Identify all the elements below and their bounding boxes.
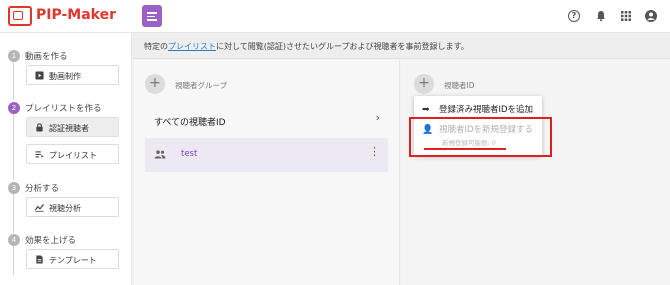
highlight-underline — [424, 148, 506, 150]
step-label: 効果を上げる — [25, 236, 77, 246]
menu-item-label: 登録済み視聴者IDを追加 — [439, 105, 534, 115]
step-connector — [13, 193, 14, 233]
apps-grid-icon[interactable] — [620, 10, 632, 22]
highlight-box — [409, 117, 552, 157]
group-name: test — [181, 149, 198, 159]
playlist-icon — [35, 151, 44, 158]
step-label: 動画を作る — [25, 52, 68, 62]
add-viewer-button[interactable]: + — [414, 74, 434, 94]
step-number: 4 — [8, 234, 20, 246]
analytics-icon — [35, 203, 44, 212]
sidebar-item-label: 認証視聴者 — [49, 124, 89, 133]
step-2-heading: 2 プレイリストを作る — [8, 102, 102, 114]
sidebar-item-label: 視聴分析 — [49, 204, 81, 213]
viewer-ids-panel — [401, 60, 670, 285]
people-icon — [154, 150, 166, 159]
all-viewers-label: すべての視聴者ID — [154, 118, 226, 128]
notice-bar: 特定のプレイリストに対して閲覧(認証)させたいグループおよび視聴者を事前登録しま… — [132, 33, 670, 59]
sidebar-item-template[interactable]: テンプレート — [26, 249, 119, 269]
logo-icon — [8, 6, 32, 26]
step-4-heading: 4 効果を上げる — [8, 234, 76, 246]
group-row[interactable]: test ⋮ — [145, 138, 388, 172]
add-registered-viewer-item[interactable]: ➡ 登録済み視聴者IDを追加 — [422, 103, 533, 115]
sidebar-item-video-create[interactable]: 動画制作 — [26, 65, 119, 85]
bell-icon[interactable] — [595, 10, 607, 22]
lock-user-icon — [36, 123, 43, 132]
sidebar-item-label: プレイリスト — [49, 151, 97, 160]
step-connector — [13, 245, 14, 275]
account-circle-icon[interactable] — [645, 10, 657, 22]
all-viewers-row[interactable]: すべての視聴者ID › — [145, 110, 388, 132]
more-vert-icon[interactable]: ⋮ — [369, 146, 380, 157]
sidebar-item-authenticated-viewers[interactable]: 認証視聴者 — [26, 117, 119, 137]
step-connector — [13, 60, 14, 100]
arrow-right-icon: ➡ — [422, 105, 430, 115]
step-1-heading: 1 動画を作る — [8, 50, 68, 62]
notice-text: に対して閲覧(認証)させたいグループおよび視聴者を事前登録します。 — [216, 42, 469, 51]
menu-toggle-button[interactable] — [142, 5, 162, 27]
playlist-link[interactable]: プレイリスト — [168, 42, 216, 51]
notice-text: 特定の — [144, 42, 168, 51]
top-bar: PIP-Maker ? — [0, 0, 670, 33]
step-3-heading: 3 分析する — [8, 182, 59, 194]
sidebar-item-label: テンプレート — [49, 256, 97, 265]
step-label: 分析する — [25, 184, 60, 194]
sidebar-item-analytics[interactable]: 視聴分析 — [26, 197, 119, 217]
groups-header: 視聴者グループ — [175, 81, 228, 90]
chevron-right-icon: › — [375, 111, 380, 124]
step-number: 3 — [8, 182, 20, 194]
document-icon — [36, 255, 43, 264]
add-group-button[interactable]: + — [145, 74, 165, 94]
sidebar-item-label: 動画制作 — [49, 72, 81, 81]
step-number: 2 — [8, 102, 20, 114]
step-connector — [13, 112, 14, 180]
step-number: 1 — [8, 50, 20, 62]
sidebar-item-playlist[interactable]: プレイリスト — [26, 144, 119, 164]
help-circle-icon[interactable]: ? — [568, 10, 580, 22]
brand-name: PIP-Maker — [36, 7, 117, 23]
step-label: プレイリストを作る — [25, 104, 102, 114]
video-library-icon — [35, 71, 44, 80]
viewer-ids-header: 視聴者ID — [444, 81, 475, 90]
viewer-groups-panel — [134, 60, 400, 285]
